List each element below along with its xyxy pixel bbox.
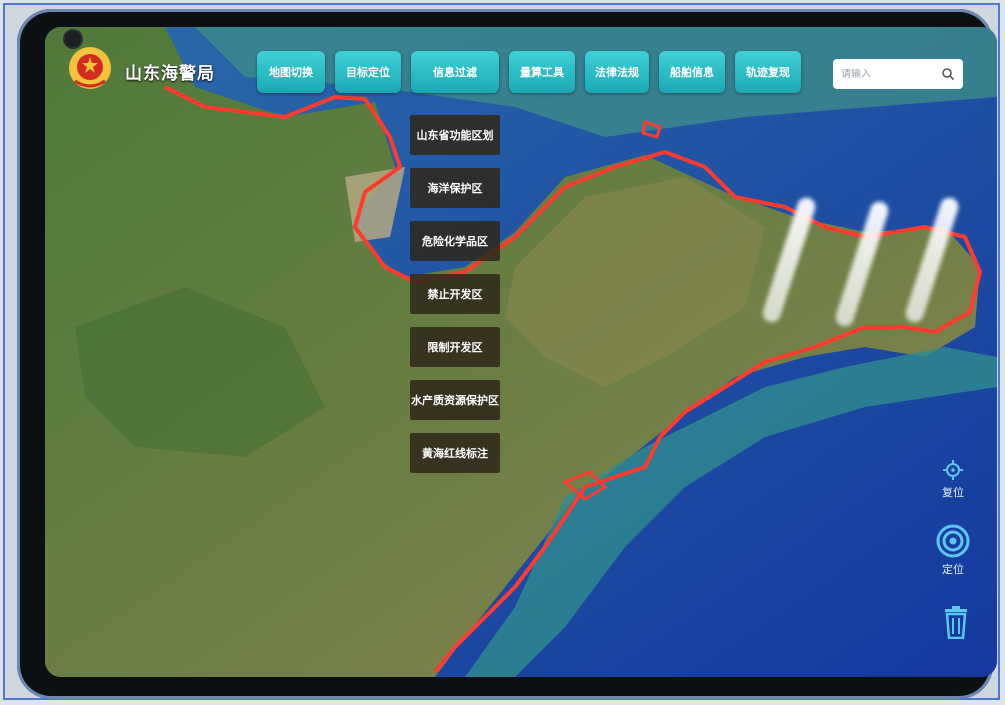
filter-hazardous-chemical-area[interactable]: 危险化学品区 bbox=[410, 221, 500, 261]
search-icon[interactable] bbox=[941, 67, 955, 81]
coast-guard-emblem bbox=[69, 47, 111, 89]
photo-frame: 山东海警局 地图切换 目标定位 信息过滤 量算工具 法律法规 船舶信息 轨迹复现… bbox=[3, 3, 1000, 700]
crosshair-icon bbox=[943, 460, 963, 480]
tab-laws[interactable]: 法律法规 bbox=[585, 51, 649, 93]
tab-map-switch[interactable]: 地图切换 bbox=[257, 51, 325, 93]
filter-yellow-sea-redline[interactable]: 黄海红线标注 bbox=[410, 433, 500, 473]
app-title: 山东海警局 bbox=[125, 64, 215, 84]
map-screen[interactable]: 山东海警局 地图切换 目标定位 信息过滤 量算工具 法律法规 船舶信息 轨迹复现… bbox=[45, 27, 997, 677]
filter-marine-protected-area[interactable]: 海洋保护区 bbox=[410, 168, 500, 208]
app-header: 山东海警局 地图切换 目标定位 信息过滤 量算工具 法律法规 船舶信息 轨迹复现 bbox=[45, 27, 997, 117]
search-box[interactable] bbox=[833, 59, 963, 89]
locate-button[interactable]: 定位 bbox=[935, 524, 971, 577]
clear-button[interactable] bbox=[941, 605, 971, 642]
filter-prohibited-development[interactable]: 禁止开发区 bbox=[410, 274, 500, 314]
locate-label: 定位 bbox=[942, 563, 964, 576]
trash-icon bbox=[945, 606, 967, 640]
front-camera bbox=[63, 29, 83, 49]
search-input[interactable] bbox=[841, 68, 937, 80]
tab-track-replay[interactable]: 轨迹复现 bbox=[735, 51, 801, 93]
tab-ship-info[interactable]: 船舶信息 bbox=[659, 51, 725, 93]
target-icon bbox=[936, 524, 970, 558]
tab-measure-tools[interactable]: 量算工具 bbox=[509, 51, 575, 93]
reset-button[interactable]: 复位 bbox=[938, 459, 968, 500]
filter-aquatic-resource-protection[interactable]: 水产质资源保护区 bbox=[410, 380, 500, 420]
tab-info-filter[interactable]: 信息过滤 bbox=[411, 51, 499, 93]
filter-restricted-development[interactable]: 限制开发区 bbox=[410, 327, 500, 367]
reset-label: 复位 bbox=[942, 486, 964, 499]
tablet-device: 山东海警局 地图切换 目标定位 信息过滤 量算工具 法律法规 船舶信息 轨迹复现… bbox=[17, 9, 997, 699]
satellite-map[interactable] bbox=[45, 27, 997, 677]
filter-dropdown: 山东省功能区划 海洋保护区 危险化学品区 禁止开发区 限制开发区 水产质资源保护… bbox=[410, 115, 502, 486]
filter-shandong-zoning[interactable]: 山东省功能区划 bbox=[410, 115, 500, 155]
tab-target-locate[interactable]: 目标定位 bbox=[335, 51, 401, 93]
